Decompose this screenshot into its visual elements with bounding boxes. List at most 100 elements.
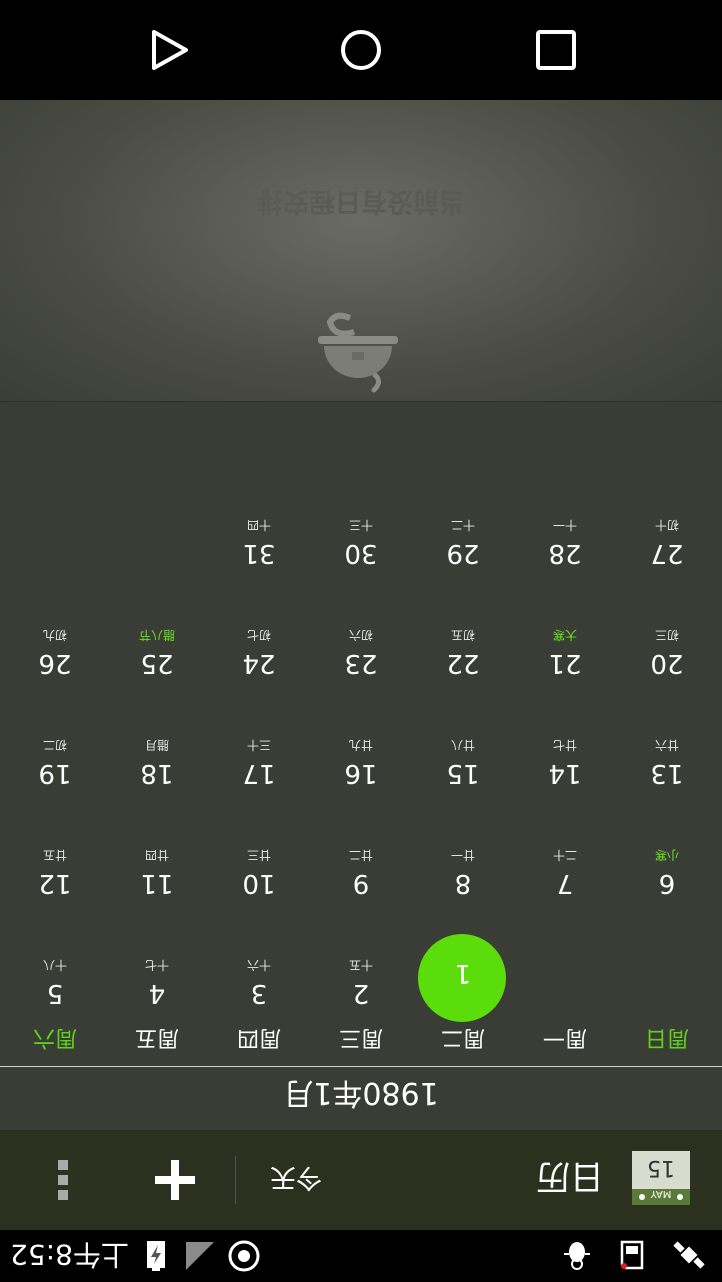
day-cell[interactable]: 23 初六 xyxy=(310,576,412,686)
lunar-date: 廿七 xyxy=(553,738,578,752)
month-label: 1980年1月 xyxy=(283,1075,439,1110)
day-cell[interactable]: 19 初二 xyxy=(4,686,106,796)
service-bell-icon xyxy=(310,306,406,402)
day-cell[interactable]: 17 三十 xyxy=(208,686,310,796)
lunar-date: 廿八 xyxy=(451,738,476,752)
lunar-date: 十四 xyxy=(247,518,272,532)
day-number: 8 xyxy=(454,868,472,898)
satellite-icon xyxy=(672,1238,706,1272)
day-number: 25 xyxy=(140,648,174,678)
lunar-date: 十六 xyxy=(247,958,272,972)
action-bar-divider xyxy=(235,1156,236,1204)
lunar-date: 十一 xyxy=(553,518,578,532)
lunar-date: 初六 xyxy=(349,628,374,642)
day-number: 16 xyxy=(344,758,378,788)
day-number: 1 xyxy=(454,958,472,988)
lunar-date: 大寒 xyxy=(553,628,578,642)
overflow-menu-icon[interactable] xyxy=(56,1158,70,1202)
day-number: 6 xyxy=(658,868,676,898)
day-number: 4 xyxy=(148,978,166,1008)
recents-icon[interactable] xyxy=(534,28,578,72)
day-cell[interactable]: 27 初十 xyxy=(616,466,718,576)
lunar-date: 初九 xyxy=(43,628,68,642)
lunar-date: 腊八节 xyxy=(139,628,176,642)
day-cell[interactable]: 4 十七 xyxy=(106,906,208,1016)
day-cell[interactable]: 13 廿六 xyxy=(616,686,718,796)
day-cell[interactable]: 6 小寒 xyxy=(616,796,718,906)
sd-card-icon xyxy=(616,1238,650,1272)
today-button[interactable]: 今天 xyxy=(270,1161,322,1198)
day-number: 13 xyxy=(650,758,684,788)
lunar-date: 腊月 xyxy=(145,738,170,752)
day-cell[interactable]: 20 初三 xyxy=(616,576,718,686)
weekday-label: 周四 xyxy=(237,1025,282,1050)
lunar-date: 小寒 xyxy=(655,848,680,862)
day-number: 31 xyxy=(242,538,276,568)
calendar-grid: 1 2 十五 3 十六 4 十七 5 十八 6 小寒 7 二十 8 廿一 9 廿二 10 廿三 11 廿四 12 廿五 13 廿… xyxy=(0,416,722,1022)
day-number: 3 xyxy=(250,978,268,1008)
day-cell[interactable]: 12 廿五 xyxy=(4,796,106,906)
weekday-label: 周二 xyxy=(441,1025,486,1050)
day-number: 22 xyxy=(446,648,480,678)
day-number: 5 xyxy=(46,978,64,1008)
day-cell[interactable]: 1 xyxy=(412,906,514,1022)
day-cell[interactable]: 31 十四 xyxy=(208,466,310,576)
day-cell[interactable]: 2 十五 xyxy=(310,906,412,1016)
day-number: 30 xyxy=(344,538,378,568)
day-cell[interactable]: 29 十二 xyxy=(412,466,514,576)
lunar-date: 初五 xyxy=(451,628,476,642)
lunar-date: 初十 xyxy=(655,518,680,532)
day-cell[interactable]: 15 廿八 xyxy=(412,686,514,796)
lunar-date: 十七 xyxy=(145,958,170,972)
day-cell[interactable]: 18 腊月 xyxy=(106,686,208,796)
home-icon[interactable] xyxy=(339,28,383,72)
day-number: 18 xyxy=(140,758,174,788)
day-number: 28 xyxy=(548,538,582,568)
lunar-date: 廿一 xyxy=(451,848,476,862)
day-number: 2 xyxy=(352,978,370,1008)
day-number: 27 xyxy=(650,538,684,568)
day-cell[interactable]: 9 廿二 xyxy=(310,796,412,906)
weekday-label: 周三 xyxy=(339,1025,384,1050)
day-cell[interactable]: 16 廿九 xyxy=(310,686,412,796)
day-number: 21 xyxy=(548,648,582,678)
day-cell[interactable]: 3 十六 xyxy=(208,906,310,1016)
back-icon[interactable] xyxy=(148,28,192,72)
day-cell[interactable]: 8 廿一 xyxy=(412,796,514,906)
day-cell[interactable]: 14 廿七 xyxy=(514,686,616,796)
add-icon[interactable] xyxy=(153,1158,197,1202)
day-cell[interactable]: 11 廿四 xyxy=(106,796,208,906)
day-cell[interactable]: 22 初五 xyxy=(412,576,514,686)
weekday-label: 周六 xyxy=(33,1025,78,1050)
day-number: 7 xyxy=(556,868,574,898)
lunar-date: 初二 xyxy=(43,738,68,752)
month-header[interactable]: 1980年1月 xyxy=(0,1066,722,1130)
status-time: 上午8:52 xyxy=(10,1238,129,1271)
day-number: 19 xyxy=(38,758,72,788)
lunar-date: 廿五 xyxy=(43,848,68,862)
day-cell[interactable]: 30 十三 xyxy=(310,466,412,576)
day-cell[interactable]: 5 十八 xyxy=(4,906,106,1016)
day-cell[interactable]: 10 廿三 xyxy=(208,796,310,906)
day-cell[interactable]: 26 初九 xyxy=(4,576,106,686)
day-number: 9 xyxy=(352,868,370,898)
day-number: 29 xyxy=(446,538,480,568)
weekday-label: 周一 xyxy=(543,1025,588,1050)
day-cell[interactable]: 25 腊八节 xyxy=(106,576,208,686)
day-number: 12 xyxy=(38,868,72,898)
lunar-date: 廿九 xyxy=(349,738,374,752)
day-cell[interactable]: 7 二十 xyxy=(514,796,616,906)
day-cell[interactable]: 21 大寒 xyxy=(514,576,616,686)
sync-icon xyxy=(227,1239,261,1273)
day-cell[interactable]: 24 初七 xyxy=(208,576,310,686)
action-bar: MAY 15 日历 今天 xyxy=(0,1130,722,1230)
lunar-date: 十二 xyxy=(451,518,476,532)
day-number: 11 xyxy=(140,868,174,898)
lunar-date: 十八 xyxy=(43,958,68,972)
day-number: 10 xyxy=(242,868,276,898)
empty-state-message: 当前没有日程安排 xyxy=(257,186,466,216)
day-cell[interactable]: 28 十一 xyxy=(514,466,616,576)
weekday-label: 周五 xyxy=(135,1025,180,1050)
day-number: 23 xyxy=(344,648,378,678)
calendar-logo-icon[interactable]: MAY 15 xyxy=(630,1149,692,1209)
